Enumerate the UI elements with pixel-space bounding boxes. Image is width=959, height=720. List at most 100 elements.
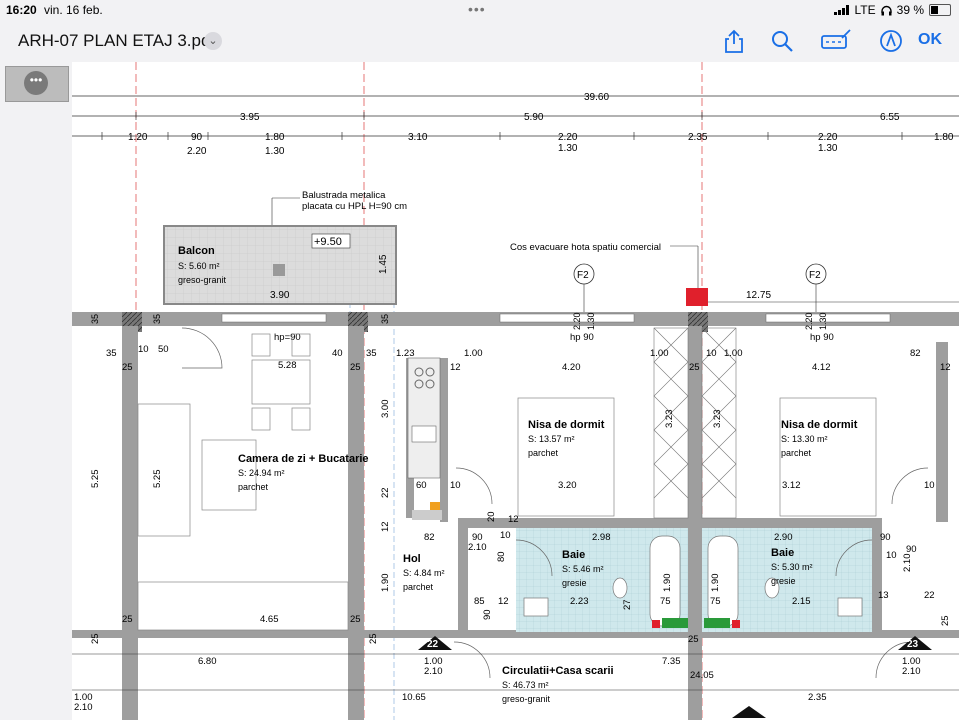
dim-1065: 10.65 (402, 692, 426, 703)
dim-25e: 25 (122, 614, 133, 625)
network-label: LTE (854, 3, 876, 17)
dim-10c: 10 (450, 480, 461, 491)
dim-35c: 35 (90, 314, 100, 324)
headphones-icon (880, 5, 892, 15)
axis-f2-left: F2 (577, 270, 589, 281)
axis-f2-right: F2 (809, 270, 821, 281)
room-baie2-area: S: 5.30 m² (771, 562, 813, 572)
dim-190a: 1.90 (380, 574, 391, 593)
dim-25b: 25 (350, 362, 361, 373)
floor-plan: 39.60 3.95 5.90 6.55 1.20 90 1.80 3.10 2… (72, 62, 959, 720)
dim-90b: 90 (880, 532, 891, 543)
dim-190b: 1.90 (662, 574, 673, 593)
multitask-dots-icon[interactable]: ••• (468, 1, 486, 17)
dim-2405: 24.05 (690, 670, 714, 681)
dim-100a: 1.00 (464, 348, 483, 359)
dim-13: 13 (878, 590, 889, 601)
dim-75b: 75 (710, 596, 721, 607)
dim-90c: 90 (906, 544, 917, 555)
room-living-finish: parchet (238, 482, 269, 492)
balustrade-note-1: Balustrada metalica (302, 190, 386, 201)
dim-25d: 25 (90, 633, 101, 644)
room-circ-area: S: 46.73 m² (502, 680, 549, 690)
room-circ-name: Circulatii+Casa scarii (502, 665, 614, 677)
dim-82b: 82 (424, 532, 435, 543)
dim-145: 1.45 (378, 254, 389, 274)
dim-25h: 25 (688, 634, 699, 645)
dim-100c: 1.00 (724, 348, 743, 359)
dim-25a: 25 (122, 362, 133, 373)
dim-35e: 35 (380, 314, 390, 324)
more-options-icon[interactable]: ••• (24, 71, 48, 95)
dim-25g: 25 (368, 633, 379, 644)
pdf-page[interactable]: 39.60 3.95 5.90 6.55 1.20 90 1.80 3.10 2… (72, 62, 959, 720)
room-balcon-name: Balcon (178, 245, 215, 257)
dim-323b: 3.23 (712, 410, 723, 429)
document-title[interactable]: ARH-07 PLAN ETAJ 3.pdf (18, 31, 215, 51)
chevron-down-icon[interactable]: ⌄ (204, 32, 222, 50)
battery-label: 39 % (896, 3, 924, 17)
dim-25c: 25 (689, 362, 700, 373)
dim-300: 3.00 (380, 400, 391, 419)
dim-123: 1.23 (396, 348, 415, 359)
room-circ-finish: greso-granit (502, 694, 551, 704)
dim-80: 80 (496, 551, 507, 562)
share-icon[interactable] (721, 28, 747, 54)
room-hol-finish: parchet (403, 582, 434, 592)
dim-130a: 1.30 (586, 312, 596, 330)
dim-12b: 12 (940, 362, 951, 373)
status-bar: 16:20 vin. 16 feb. ••• LTE 39 % (0, 0, 959, 20)
dim-190c: 1.90 (710, 574, 721, 593)
dim-298: 2.98 (592, 532, 611, 543)
dim-390: 3.90 (270, 290, 290, 301)
markup-icon[interactable] (820, 28, 852, 54)
dim-210d: 2.10 (902, 666, 921, 677)
dim-50: 50 (158, 344, 169, 355)
dim-312: 3.12 (782, 480, 801, 491)
room-balcon-finish: greso-granit (178, 275, 227, 285)
balustrade-note-2: placata cu HPL H=90 cm (302, 201, 407, 212)
dim-20: 20 (486, 511, 497, 522)
dim-1275: 12.75 (746, 290, 771, 301)
dim-r4-1: 1.30 (265, 146, 285, 157)
annotate-icon[interactable] (878, 28, 904, 54)
dim-10b: 10 (706, 348, 717, 359)
kitchen-counter (407, 357, 441, 479)
room-living-area: S: 24.94 m² (238, 468, 285, 478)
dim-130b: 1.30 (818, 312, 828, 330)
dim-215: 2.15 (792, 596, 811, 607)
dim-r3-2: 1.80 (265, 132, 285, 143)
dim-total: 39.60 (584, 92, 609, 103)
room-hol-area: S: 4.84 m² (403, 568, 445, 578)
room-nisa1-finish: parchet (528, 448, 559, 458)
dim-r4-2: 1.30 (558, 143, 578, 154)
dim-90d: 90 (482, 609, 493, 620)
dim-210b: 2.10 (902, 554, 913, 573)
dim-210c: 2.10 (424, 666, 443, 677)
dim-r3-1: 90 (191, 132, 203, 143)
dim-680: 6.80 (198, 656, 217, 667)
dim-10e: 10 (500, 530, 511, 541)
dim-290: 2.90 (774, 532, 793, 543)
dim-10d: 10 (924, 480, 935, 491)
signal-icon (833, 5, 849, 15)
room-baie1-finish: gresie (562, 578, 587, 588)
document-toolbar: ARH-07 PLAN ETAJ 3.pdf ⌄ OK (0, 20, 959, 62)
dim-12e: 12 (498, 596, 509, 607)
dim-85: 85 (474, 596, 485, 607)
battery-icon (929, 4, 951, 16)
dim-25f: 25 (350, 614, 361, 625)
dim-seg1: 3.95 (240, 112, 260, 123)
dim-225a: 22 (380, 487, 391, 498)
status-indicators: LTE 39 % (833, 3, 951, 17)
dim-r3-4: 2.20 (558, 132, 578, 143)
search-icon[interactable] (769, 28, 795, 54)
room-baie1-name: Baie (562, 549, 585, 561)
dim-35a: 35 (106, 348, 117, 359)
dim-hp90a: hp=90 (274, 332, 301, 343)
dim-seg3: 6.55 (880, 112, 900, 123)
dim-25i: 25 (940, 615, 951, 626)
ok-button[interactable]: OK (918, 31, 942, 49)
room-baie2-name: Baie (771, 547, 794, 559)
dim-220a: 2.20 (572, 312, 582, 330)
